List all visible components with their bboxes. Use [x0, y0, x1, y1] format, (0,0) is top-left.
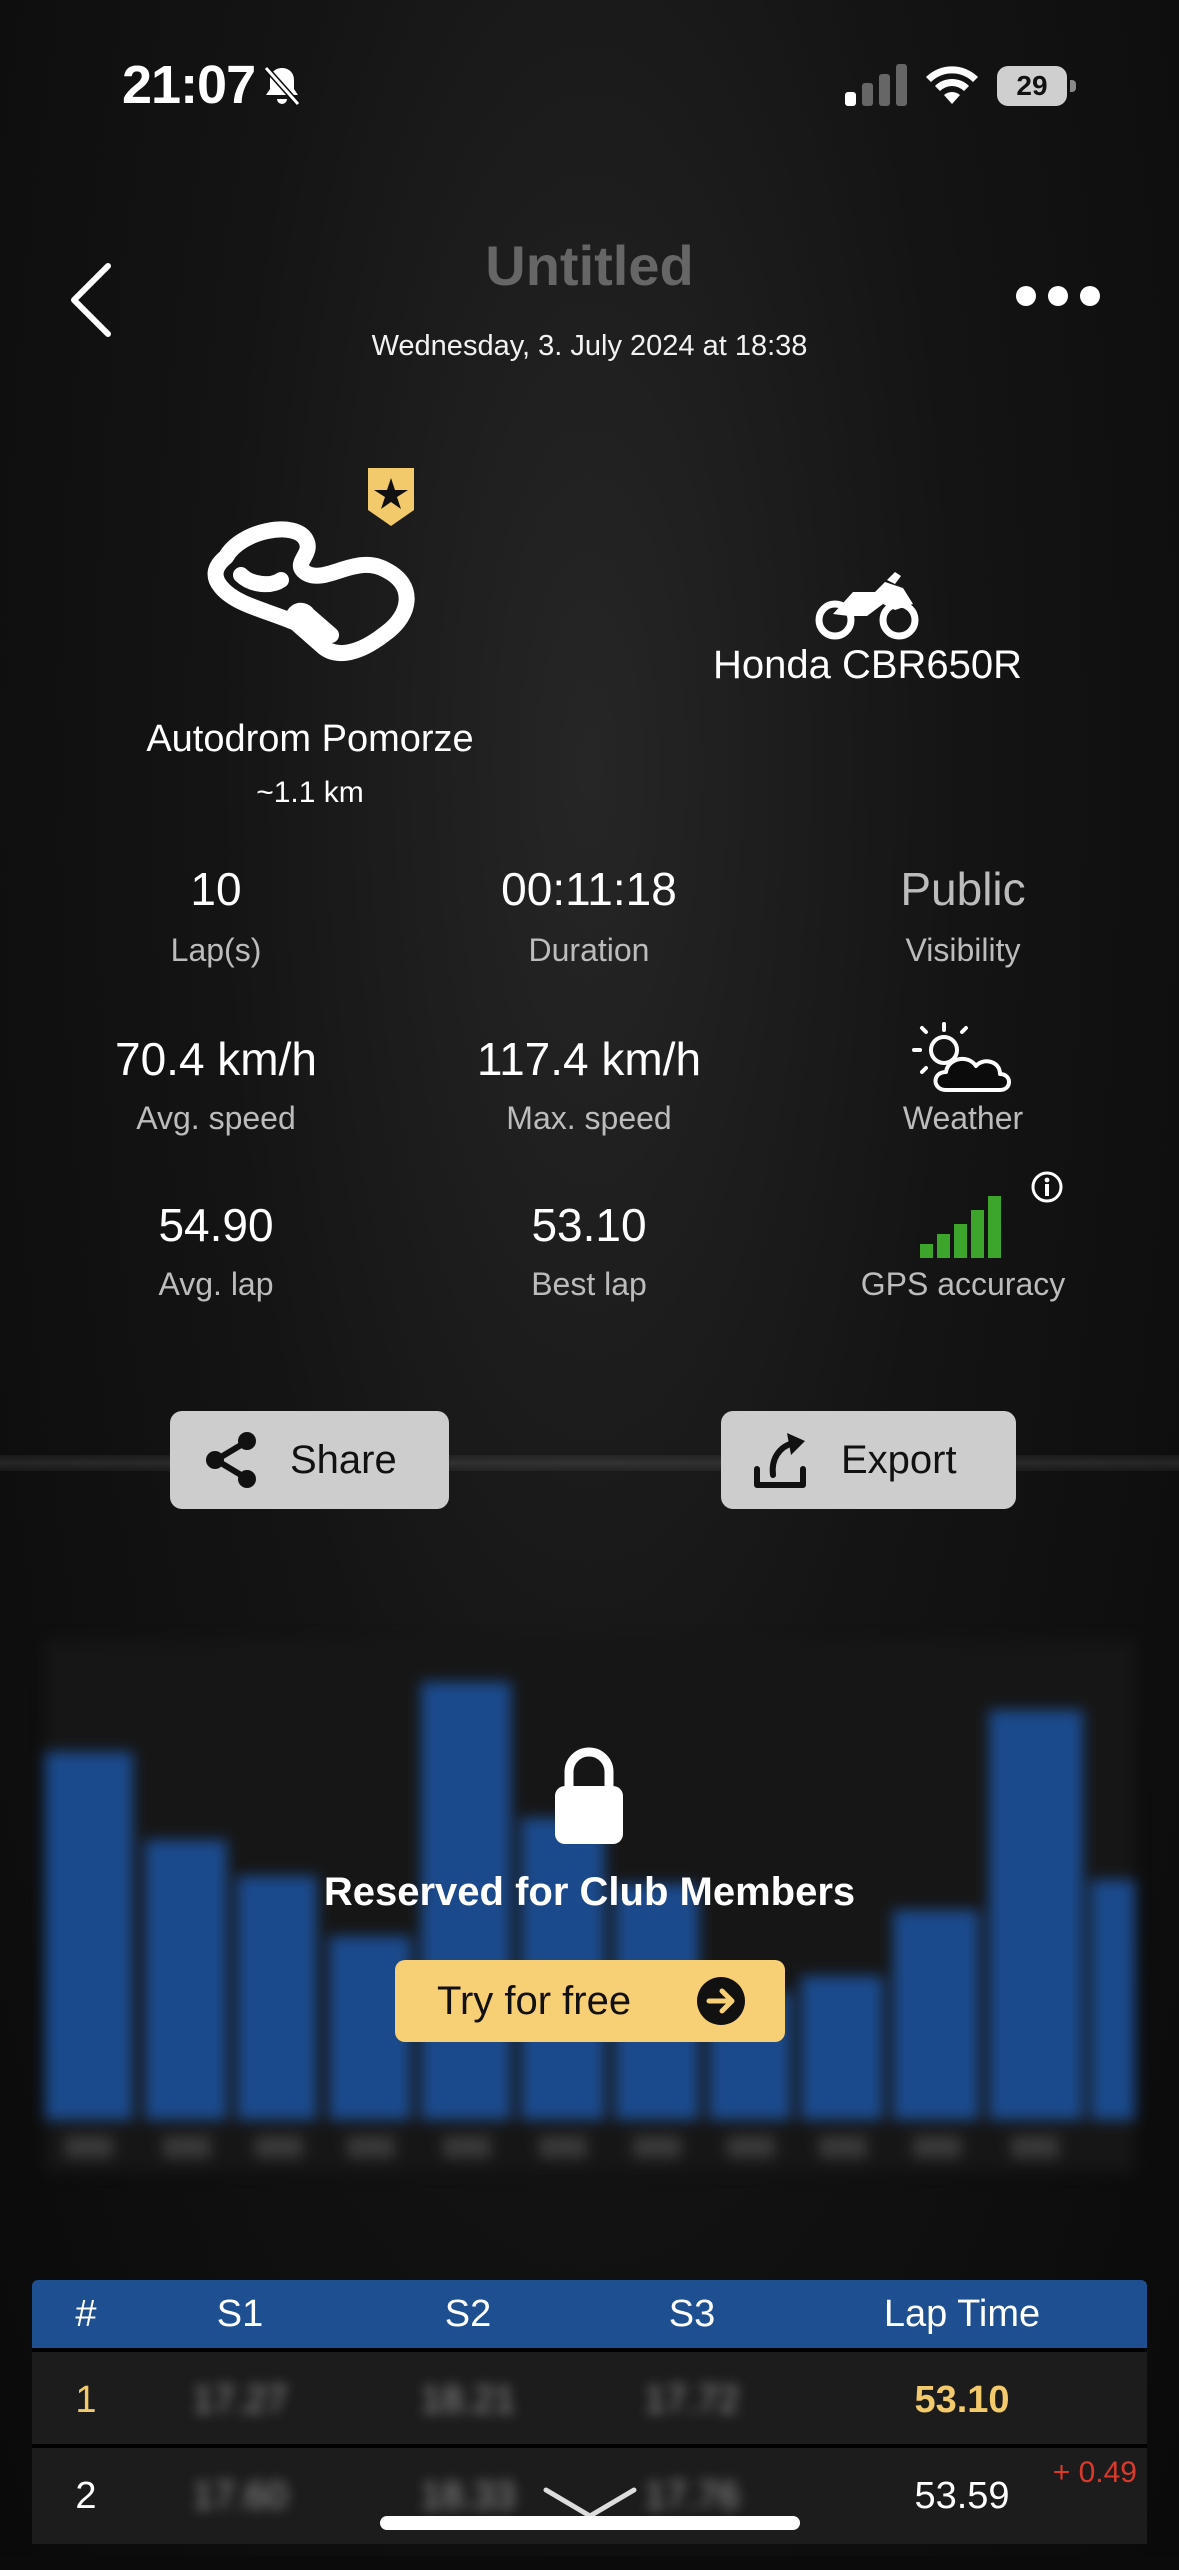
avg-lap-label: Avg. lap: [158, 1266, 274, 1302]
lap-time: 53.10: [914, 2379, 1010, 2421]
col-header-lap-time: Lap Time: [883, 2293, 1041, 2335]
lap-number: 1: [75, 2379, 97, 2421]
table-row[interactable]: 1 17.27 18.21 17.72 53.10: [32, 2348, 1147, 2448]
export-button[interactable]: Export: [721, 1411, 1016, 1509]
track-name[interactable]: Autodrom Pomorze: [60, 718, 560, 761]
reserved-message: Reserved for Club Members: [323, 1870, 856, 1914]
home-indicator[interactable]: [380, 2516, 800, 2530]
cellular-signal-icon: [845, 64, 907, 106]
visibility-label: Visibility: [905, 932, 1021, 968]
gps-signal-icon: [920, 1196, 1001, 1258]
wifi-icon: [926, 66, 978, 104]
share-label: Share: [290, 1438, 397, 1482]
avg-lap-value: 54.90: [158, 1199, 274, 1251]
share-button[interactable]: Share: [170, 1411, 449, 1509]
duration-label: Duration: [528, 932, 650, 968]
gps-accuracy-label: GPS accuracy: [860, 1266, 1066, 1302]
lap-delta: + 0.49: [1052, 2456, 1137, 2489]
export-label: Export: [841, 1438, 957, 1482]
try-for-free-button[interactable]: Try for free: [395, 1960, 785, 2042]
avg-speed-value: 70.4 km/h: [115, 1033, 317, 1085]
bike-name[interactable]: Honda CBR650R: [640, 643, 1095, 688]
arrow-right-icon: [697, 1977, 745, 2025]
visibility-value[interactable]: Public: [793, 862, 1133, 916]
duration-value: 00:11:18: [501, 863, 677, 915]
lock-icon: [555, 1747, 623, 1844]
battery-level: 29: [1016, 70, 1048, 101]
share-icon: [206, 1432, 256, 1488]
laps-label: Lap(s): [170, 932, 262, 968]
motorcycle-icon: [815, 572, 919, 640]
max-speed-label: Max. speed: [506, 1100, 672, 1136]
export-icon: [754, 1433, 806, 1488]
col-header-s2: S2: [444, 2293, 492, 2335]
bell-muted-icon: [263, 66, 301, 106]
lap-number: 2: [75, 2475, 97, 2517]
weather-label: Weather: [902, 1100, 1024, 1136]
sector-3: 17.72: [644, 2379, 740, 2421]
page-title[interactable]: Untitled: [0, 233, 1179, 298]
info-icon[interactable]: [1030, 1170, 1064, 1204]
battery-indicator: 29: [997, 66, 1077, 106]
partly-cloudy-icon[interactable]: [910, 1020, 1014, 1096]
sector-1: 17.60: [192, 2475, 288, 2517]
more-options-button[interactable]: [1012, 282, 1104, 310]
avg-speed-label: Avg. speed: [136, 1100, 296, 1136]
col-header-s3: S3: [668, 2293, 716, 2335]
track-map-icon[interactable]: [196, 515, 426, 667]
try-for-free-label: Try for free: [437, 1979, 632, 2023]
status-time: 21:07: [122, 55, 256, 115]
best-lap-value: 53.10: [531, 1199, 647, 1251]
best-lap-label: Best lap: [531, 1266, 647, 1302]
session-datetime: Wednesday, 3. July 2024 at 18:38: [371, 330, 808, 362]
max-speed-value: 117.4 km/h: [476, 1033, 702, 1085]
sector-1: 17.27: [192, 2379, 288, 2421]
sector-2: 18.21: [420, 2379, 516, 2421]
laps-value: 10: [190, 863, 242, 915]
track-length: ~1.1 km: [256, 776, 364, 809]
col-header-num: #: [75, 2293, 97, 2335]
col-header-s1: S1: [216, 2293, 264, 2335]
table-header: # S1 S2 S3 Lap Time: [32, 2280, 1147, 2348]
